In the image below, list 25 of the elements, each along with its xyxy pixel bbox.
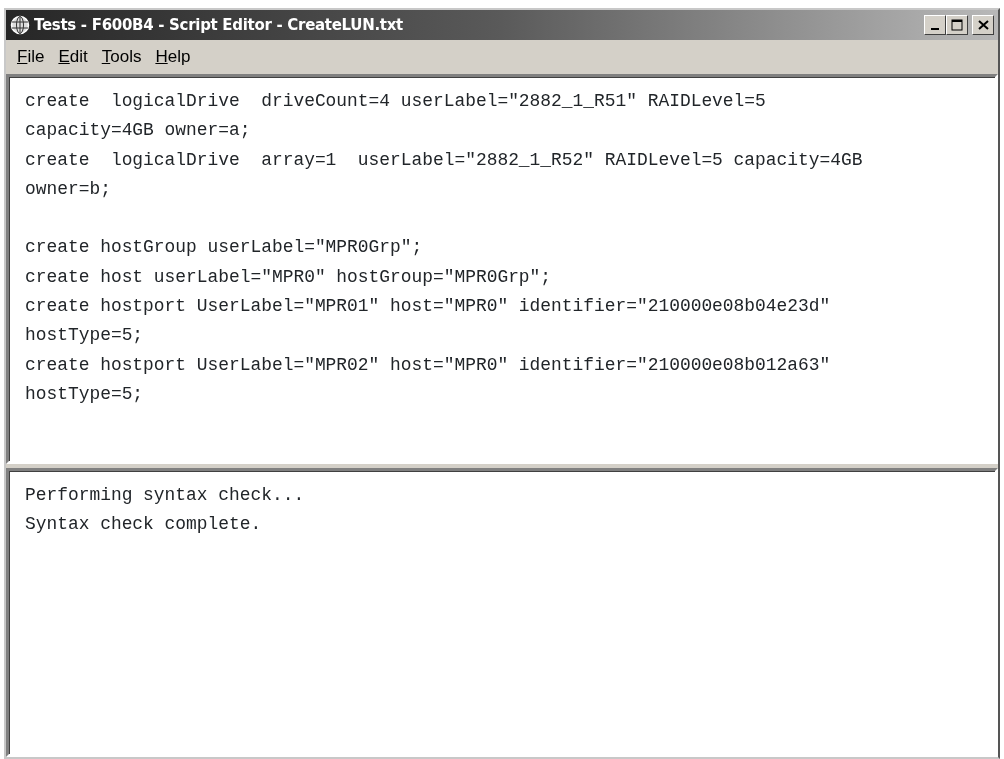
menu-item[interactable]: Help — [148, 44, 198, 70]
globe-icon — [10, 15, 30, 35]
code-line: create host userLabel="MPR0" hostGroup="MPR0Grp"; — [25, 265, 552, 289]
code-line: hostType=5; — [25, 382, 144, 406]
code-line: create hostport UserLabel="MPR02" host="MPR0" identifier="210000e08b012a63" — [25, 353, 831, 377]
script-editor[interactable] — [6, 74, 998, 464]
menu-item[interactable]: File — [10, 44, 52, 70]
close-icon — [977, 20, 989, 30]
output-line: Performing syntax check... — [25, 484, 305, 507]
code-line: capacity=4GB owner=a; — [25, 119, 251, 143]
output-line: Syntax check complete. — [25, 513, 262, 537]
minimize-icon — [931, 27, 939, 30]
code-line: hostType=5; — [25, 324, 144, 348]
close-button[interactable] — [972, 15, 994, 35]
window-title: Tests - F600B4 - Script Editor - CreateLUN.txt — [34, 14, 403, 36]
code-line: create logicalDrive array=1 userLabel="2882_1_R52" RAIDLevel=5 capacity=4GB — [25, 148, 863, 172]
code-line: create hostport UserLabel="MPR01" host="MPR0" identifier="210000e08b04e23d" — [25, 295, 831, 319]
menu-item[interactable]: Tools — [94, 44, 149, 70]
code-line: owner=b; — [25, 177, 111, 201]
code-line: create hostGroup userLabel="MPR0Grp"; — [25, 236, 423, 260]
maximize-icon — [951, 19, 963, 31]
maximize-button[interactable] — [946, 15, 968, 35]
code-line: create logicalDrive driveCount=4 userLabel="2882_1_R51" RAIDLevel=5 — [25, 90, 766, 113]
menu-item[interactable]: Edit — [51, 44, 95, 70]
minimize-button[interactable] — [924, 15, 946, 35]
